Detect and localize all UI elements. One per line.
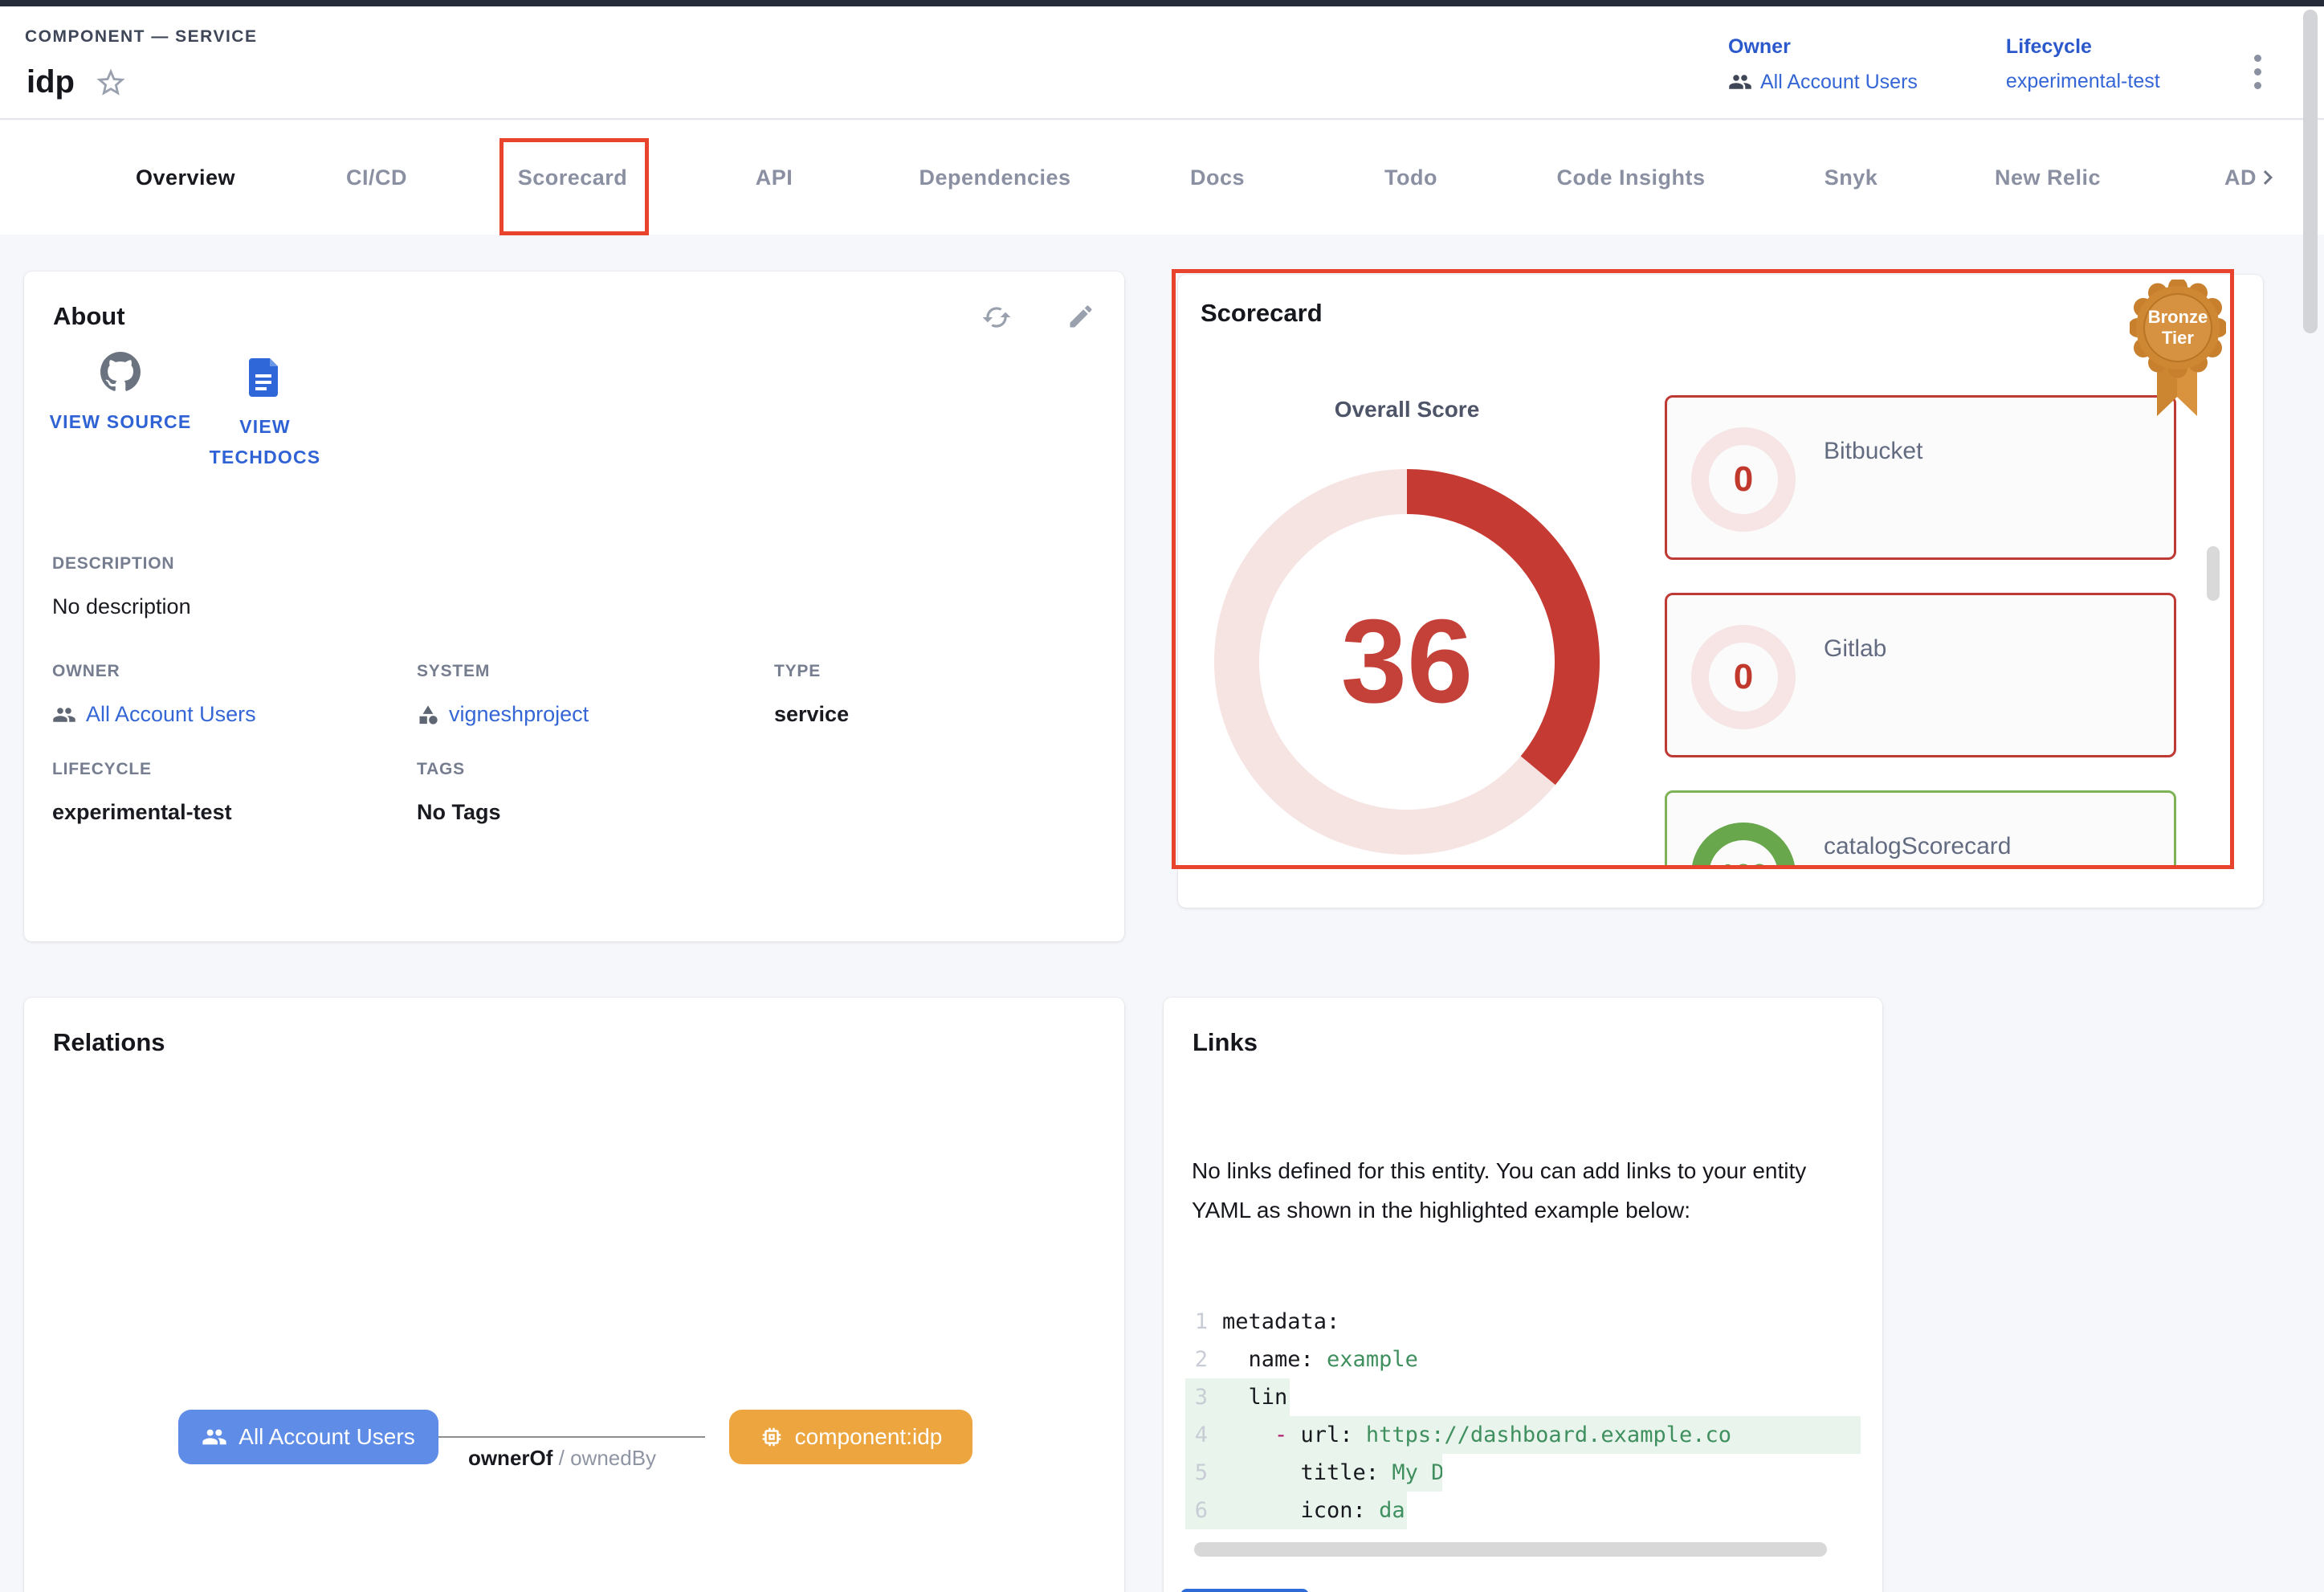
scorecard-item-catalogscorecard[interactable]: 100 catalogScorecard [1665, 790, 2176, 869]
owner-field-value: All Account Users [86, 702, 256, 727]
breadcrumb: COMPONENT — SERVICE [25, 27, 257, 47]
tab-docs[interactable]: Docs [1190, 120, 1245, 235]
top-accent-bar [0, 0, 2324, 6]
entity-tab-bar: Overview CI/CD Scorecard API Dependencie… [0, 120, 2324, 235]
tab-overview[interactable]: Overview [136, 120, 235, 235]
edit-pencil-icon[interactable] [1066, 302, 1095, 331]
read-more-button-partial[interactable] [1180, 1589, 1309, 1592]
entity-header: COMPONENT — SERVICE idp Owner All Accoun… [0, 6, 2324, 120]
tab-code-insights[interactable]: Code Insights [1556, 120, 1705, 235]
favorite-star-icon[interactable] [94, 66, 128, 100]
tabs-overflow-chevron-right-icon[interactable] [2253, 163, 2282, 192]
tab-dependencies[interactable]: Dependencies [919, 120, 1070, 235]
description-value: No description [52, 594, 191, 619]
owner-value: All Account Users [1760, 71, 1918, 94]
score-name: Gitlab [1824, 635, 1886, 663]
badge-line2: Tier [2162, 328, 2194, 348]
code-line: 1metadata: [1185, 1303, 1861, 1341]
refresh-icon[interactable] [981, 302, 1012, 333]
relation-node-owner-label: All Account Users [239, 1424, 414, 1450]
scorecard-scrollbar-thumb[interactable] [2207, 546, 2220, 601]
score-value: 0 [1691, 427, 1796, 532]
score-value: 100 [1691, 823, 1796, 869]
scorecard-title: Scorecard [1201, 299, 1323, 328]
edge-forward-label: ownerOf [468, 1446, 552, 1470]
chip-icon [760, 1425, 784, 1449]
view-source-link[interactable]: VIEW SOURCE [44, 352, 197, 437]
relations-title: Relations [53, 1028, 165, 1057]
scorecard-item-bitbucket[interactable]: 0 Bitbucket [1665, 395, 2176, 560]
overall-score-label: Overall Score [1270, 397, 1543, 422]
code-line: 2 name: example [1185, 1341, 1861, 1378]
system-field-link[interactable]: vigneshproject [417, 702, 589, 727]
description-label: DESCRIPTION [52, 554, 191, 574]
people-icon [52, 703, 76, 727]
tab-ad-truncated[interactable]: AD [2224, 120, 2257, 235]
tab-snyk[interactable]: Snyk [1825, 120, 1878, 235]
owner-field-link[interactable]: All Account Users [52, 702, 256, 727]
techdocs-icon [249, 358, 281, 397]
lifecycle-value: experimental-test [2006, 70, 2160, 93]
github-icon [100, 352, 141, 392]
code-line-highlighted: 6 icon: dashboard [1185, 1492, 1407, 1529]
links-title: Links [1193, 1028, 1258, 1057]
owner-label: Owner [1728, 35, 1918, 59]
owner-field-label: OWNER [52, 662, 256, 681]
bronze-tier-badge: Bronze Tier [2130, 280, 2226, 426]
lifecycle-summary: Lifecycle experimental-test [2006, 35, 2160, 94]
view-source-label: VIEW SOURCE [50, 406, 192, 437]
score-name: Bitbucket [1824, 438, 1922, 465]
type-field-value: service [774, 702, 849, 727]
page-title: idp [27, 64, 75, 100]
view-techdocs-label: VIEW TECHDOCS [189, 411, 341, 472]
overall-score-value: 36 [1214, 469, 1600, 855]
lifecycle-label: Lifecycle [2006, 35, 2160, 59]
people-icon [1728, 70, 1752, 94]
scorecard-list: 0 Bitbucket 0 Gitlab 100 catalogScorecar… [1665, 395, 2176, 869]
scorecard-item-gitlab[interactable]: 0 Gitlab [1665, 593, 2176, 757]
score-name: catalogScorecard [1824, 833, 2011, 860]
tab-new-relic[interactable]: New Relic [1995, 120, 2101, 235]
about-title: About [53, 302, 125, 331]
edge-reverse-label: ownedBy [570, 1446, 656, 1470]
code-line-highlighted: 5 title: My Dashboard [1185, 1454, 1442, 1492]
badge-line1: Bronze [2148, 307, 2208, 327]
links-card: Links No links defined for this entity. … [1164, 998, 1882, 1592]
scorecard-card: Scorecard Bronze Tier Overall Score 36 [1178, 275, 2263, 908]
relations-card: Relations [24, 998, 1124, 1592]
lifecycle-field-value: experimental-test [52, 800, 232, 825]
score-value: 0 [1691, 625, 1796, 729]
tab-cicd[interactable]: CI/CD [346, 120, 407, 235]
tags-field-value: No Tags [417, 800, 501, 825]
page-scrollbar-thumb[interactable] [2303, 10, 2318, 333]
tab-api[interactable]: API [756, 120, 793, 235]
system-field-label: SYSTEM [417, 662, 589, 681]
overall-score-donut: 36 [1214, 469, 1600, 855]
relation-node-component[interactable]: component:idp [729, 1410, 972, 1464]
code-line-highlighted: 4 - url: https://dashboard.example.co [1185, 1416, 1861, 1454]
yaml-code-block: 1metadata: 2 name: example 3 links: 4 - … [1185, 1303, 1861, 1529]
people-icon [202, 1424, 227, 1450]
tab-scorecard[interactable]: Scorecard [518, 120, 628, 235]
code-line-highlighted: 3 links: [1185, 1378, 1290, 1416]
system-field-value: vigneshproject [449, 702, 589, 727]
type-field-label: TYPE [774, 662, 849, 681]
links-empty-text: No links defined for this entity. You ca… [1192, 1151, 1860, 1230]
about-card: About VIEW SOURCE VIEW TECHDOCS DESCRIPT… [24, 271, 1124, 941]
lifecycle-field-label: LIFECYCLE [52, 760, 232, 779]
system-category-icon [417, 704, 439, 726]
relation-node-owner[interactable]: All Account Users [178, 1410, 438, 1464]
edge-separator: / [552, 1446, 570, 1470]
view-techdocs-link[interactable]: VIEW TECHDOCS [189, 358, 341, 472]
relation-node-component-label: component:idp [795, 1424, 943, 1450]
owner-summary: Owner All Account Users [1728, 35, 1918, 94]
tab-todo[interactable]: Todo [1384, 120, 1437, 235]
relation-edge-label: ownerOf / ownedBy [434, 1446, 691, 1471]
code-horizontal-scrollbar[interactable] [1194, 1542, 1827, 1557]
tags-field-label: TAGS [417, 760, 501, 779]
owner-link[interactable]: All Account Users [1728, 70, 1918, 94]
more-options-icon[interactable] [2245, 48, 2269, 106]
relation-edge [414, 1436, 705, 1438]
